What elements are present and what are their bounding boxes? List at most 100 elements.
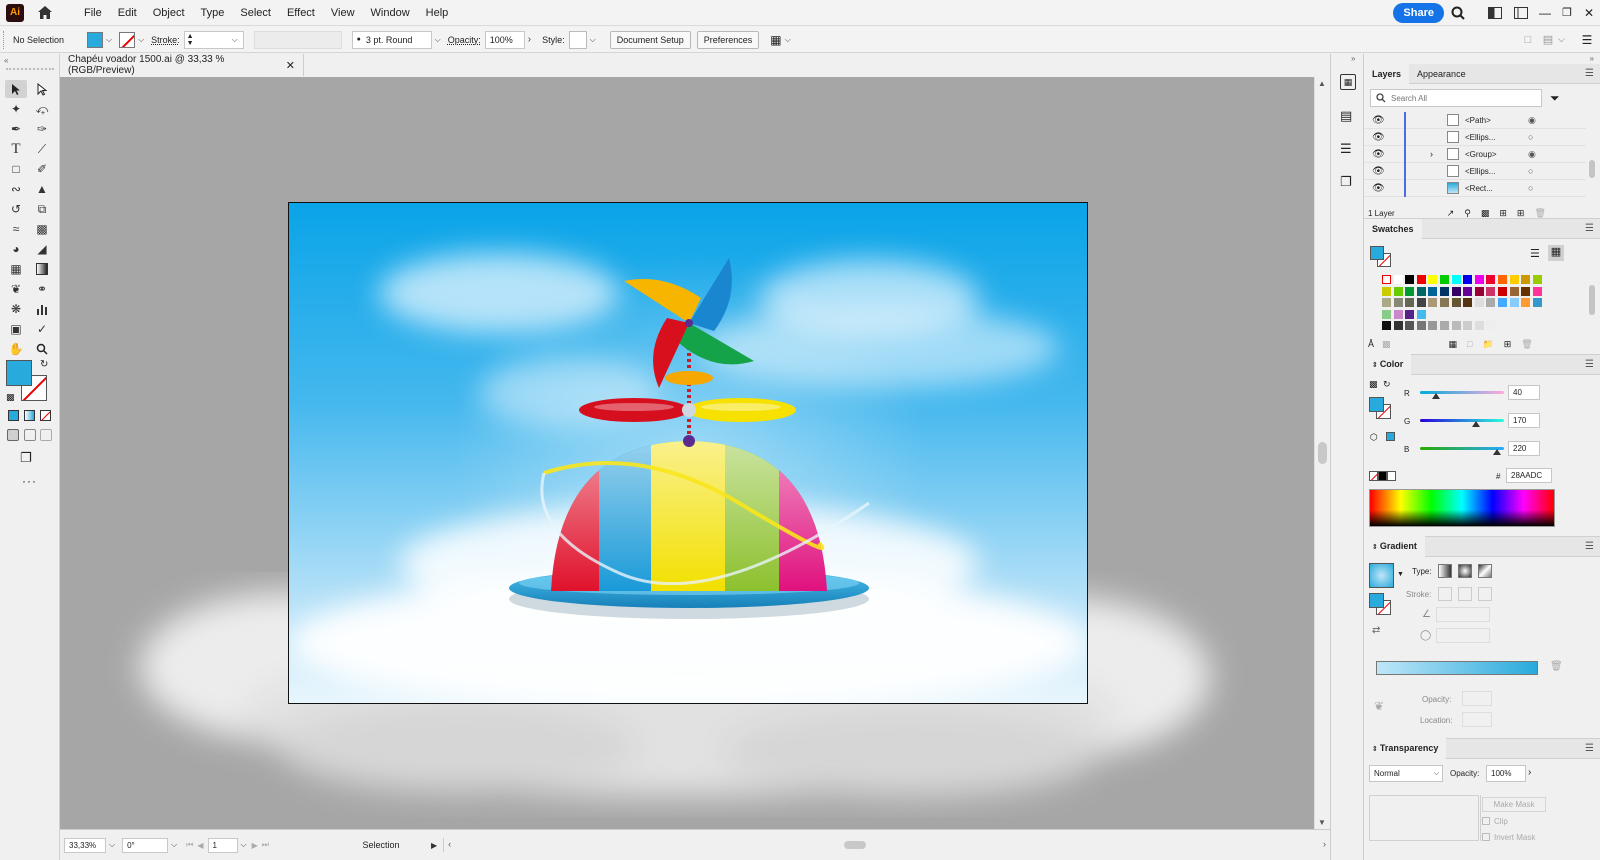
- strip-collapse-icon[interactable]: »: [1351, 54, 1355, 63]
- rotation-input[interactable]: 0°: [122, 837, 169, 853]
- gradient-angle-input[interactable]: [1436, 607, 1490, 622]
- zoom-level-input[interactable]: 33,33%: [64, 837, 106, 853]
- color-default-icon[interactable]: ▩: [1369, 379, 1378, 390]
- new-swatch-icon[interactable]: ⊞: [1504, 339, 1512, 350]
- color-swatch[interactable]: [1498, 298, 1507, 308]
- b-slider-thumb[interactable]: [1493, 449, 1501, 455]
- transform-icon[interactable]: □: [1518, 34, 1538, 46]
- collect-for-export-icon[interactable]: ↗: [1447, 208, 1455, 219]
- tab-gradient[interactable]: ⇕ Gradient: [1364, 535, 1425, 558]
- b-value-input[interactable]: 220: [1508, 441, 1540, 456]
- blend-tool-icon[interactable]: ⚭: [31, 280, 53, 298]
- color-swatch[interactable]: [1486, 286, 1496, 296]
- share-button[interactable]: Share: [1393, 2, 1444, 23]
- layer-name[interactable]: <Rect...: [1465, 184, 1493, 193]
- clip-checkbox[interactable]: [1482, 817, 1490, 825]
- transparency-opacity-input[interactable]: 100%: [1486, 765, 1526, 782]
- filter-icon[interactable]: ⏷: [1550, 91, 1560, 106]
- pathfinder-panel-icon[interactable]: ❐: [1340, 174, 1352, 190]
- column-graph-tool-icon[interactable]: [31, 300, 53, 318]
- status-menu-icon[interactable]: ▶: [431, 841, 437, 850]
- color-swatch[interactable]: [1474, 321, 1484, 331]
- make-clipping-mask-icon[interactable]: ▩: [1481, 208, 1490, 219]
- b-slider[interactable]: [1420, 447, 1504, 450]
- vertical-scroll-thumb[interactable]: [1318, 442, 1327, 464]
- gradient-opacity-input[interactable]: [1462, 691, 1492, 706]
- delete-swatch-icon[interactable]: 🗑: [1521, 339, 1532, 350]
- color-swatch[interactable]: [1393, 286, 1403, 296]
- stroke-panel-icon[interactable]: ☰: [1340, 141, 1352, 157]
- color-swatch[interactable]: [1486, 298, 1496, 308]
- blend-mode-select[interactable]: Normal ⌵: [1369, 765, 1443, 782]
- tab-layers[interactable]: Layers: [1364, 63, 1410, 84]
- artboard-tool-icon[interactable]: ▣: [5, 320, 27, 338]
- color-swatch[interactable]: [1382, 321, 1391, 331]
- style-dropdown-chevron-icon[interactable]: ⌵: [590, 35, 596, 45]
- list-view-icon[interactable]: ☰: [1530, 247, 1540, 260]
- color-swatch[interactable]: [1393, 298, 1403, 308]
- layers-panel-menu-icon[interactable]: ☰: [1585, 68, 1594, 79]
- swatch-options-icon[interactable]: ▦: [1449, 339, 1458, 350]
- shape-builder-tool-icon[interactable]: ◕: [5, 240, 27, 258]
- opacity-input[interactable]: 100%: [484, 30, 525, 49]
- draw-normal-icon[interactable]: [7, 429, 19, 441]
- reverse-gradient-icon[interactable]: ⇄: [1372, 625, 1380, 636]
- gradient-preview-swatch[interactable]: [1369, 563, 1394, 588]
- gradient-tool-icon[interactable]: [31, 260, 53, 278]
- draw-inside-icon[interactable]: [40, 429, 52, 441]
- horizontal-scrollbar[interactable]: ‹ ›: [443, 838, 1330, 852]
- add-to-library-icon[interactable]: ▩: [1382, 339, 1391, 350]
- layer-row[interactable]: 👁 <Path> ◉: [1364, 112, 1586, 129]
- color-group-icon[interactable]: □: [1467, 339, 1472, 349]
- fill-color-large-swatch[interactable]: [6, 360, 32, 386]
- mesh-tool-icon[interactable]: ▦: [5, 260, 27, 278]
- menu-file[interactable]: File: [76, 0, 110, 26]
- menu-effect[interactable]: Effect: [279, 0, 323, 26]
- opacity-expand-icon[interactable]: ›: [528, 34, 531, 45]
- expand-group-chevron-icon[interactable]: ›: [1430, 149, 1433, 159]
- swatches-panel-menu-icon[interactable]: ☰: [1585, 223, 1594, 234]
- layer-name[interactable]: <Ellips...: [1465, 167, 1495, 176]
- target-circle-icon[interactable]: ○: [1528, 132, 1533, 142]
- color-swatch[interactable]: [1498, 286, 1507, 296]
- color-swatch[interactable]: [1440, 298, 1449, 308]
- canvas-area[interactable]: [60, 77, 1330, 829]
- artboard-dropdown-chevron-icon[interactable]: ⌵: [241, 840, 247, 850]
- hex-value-input[interactable]: 28AADC: [1506, 468, 1552, 483]
- stroke-weight-chevron-icon[interactable]: ⌵: [232, 32, 238, 48]
- fill-dropdown-chevron-icon[interactable]: ⌵: [106, 35, 112, 45]
- g-slider[interactable]: [1420, 419, 1504, 422]
- color-swatch[interactable]: [1474, 275, 1484, 284]
- stroke-weight-input[interactable]: ▲ ▼ ⌵: [183, 30, 244, 49]
- scroll-down-icon[interactable]: ▼: [1318, 818, 1326, 827]
- edit-toolbar-icon[interactable]: ···: [22, 474, 37, 488]
- previous-artboard-icon[interactable]: ◀: [197, 841, 203, 850]
- closest-web-color-swatch[interactable]: [1386, 432, 1395, 441]
- symbol-sprayer-tool-icon[interactable]: ❋: [5, 300, 27, 318]
- color-swatch[interactable]: [1451, 275, 1461, 284]
- color-swatch[interactable]: [1416, 321, 1426, 331]
- color-swatch[interactable]: [1521, 275, 1531, 284]
- color-panel-menu-icon[interactable]: ☰: [1585, 359, 1594, 370]
- paintbrush-tool-icon[interactable]: ✐: [31, 160, 53, 178]
- workspace-switcher-icon[interactable]: [1508, 6, 1534, 19]
- color-swatch[interactable]: [1440, 286, 1449, 296]
- change-screen-mode-icon[interactable]: ❐: [20, 450, 32, 466]
- scale-tool-icon[interactable]: ⧉: [31, 200, 53, 218]
- layer-row[interactable]: 👁 <Ellips... ○: [1364, 163, 1586, 180]
- new-layer-icon[interactable]: ⊞: [1517, 208, 1525, 219]
- color-swatch[interactable]: [1393, 321, 1403, 331]
- vertical-scrollbar[interactable]: ▲ ▼: [1314, 77, 1330, 829]
- perspective-grid-tool-icon[interactable]: ◢: [31, 240, 53, 258]
- none-color-swatch[interactable]: [1369, 471, 1378, 481]
- target-circle-icon[interactable]: ◉: [1528, 115, 1536, 126]
- black-color-swatch[interactable]: [1378, 471, 1387, 481]
- color-swatch[interactable]: [1463, 298, 1473, 308]
- create-sublayer-icon[interactable]: ⊞: [1499, 208, 1507, 219]
- color-swatch[interactable]: [1382, 298, 1391, 308]
- stroke-gradient-option-1-icon[interactable]: [1438, 587, 1452, 601]
- layer-row[interactable]: 👁 <Ellips... ○: [1364, 129, 1586, 146]
- color-swatch[interactable]: [1405, 309, 1415, 319]
- color-swatch[interactable]: [1416, 298, 1426, 308]
- g-value-input[interactable]: 170: [1508, 413, 1540, 428]
